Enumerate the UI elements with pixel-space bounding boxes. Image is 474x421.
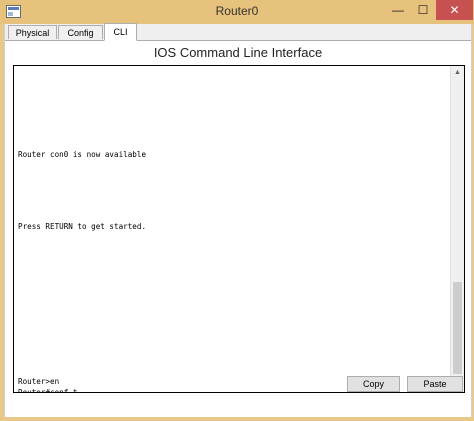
tab-physical[interactable]: Physical [8, 25, 57, 39]
paste-button[interactable]: Paste [407, 376, 463, 392]
tab-cli[interactable]: CLI [104, 23, 137, 41]
close-button[interactable]: ✕ [436, 0, 473, 20]
terminal-scrollbar[interactable]: ▲ ▼ [450, 66, 464, 392]
tab-bar: Physical Config CLI [5, 23, 471, 41]
maximize-button[interactable]: ☐ [411, 0, 435, 20]
copy-button[interactable]: Copy [347, 376, 400, 392]
cli-terminal[interactable]: Router con0 is now available Press RETUR… [13, 65, 465, 393]
minimize-button[interactable]: — [385, 0, 411, 20]
panel-title: IOS Command Line Interface [153, 45, 323, 60]
tab-config[interactable]: Config [58, 25, 103, 39]
minimize-icon: — [392, 3, 404, 17]
title-bar[interactable]: Router0 — ☐ ✕ [0, 0, 474, 24]
scroll-thumb[interactable] [453, 282, 462, 374]
router-window: Router0 — ☐ ✕ Physical Config CLI IOS Co… [0, 0, 474, 421]
terminal-output[interactable]: Router con0 is now available Press RETUR… [18, 66, 446, 392]
window-content: Physical Config CLI IOS Command Line Int… [4, 23, 472, 417]
maximize-icon: ☐ [417, 3, 429, 17]
close-icon: ✕ [449, 3, 460, 17]
scroll-up-icon[interactable]: ▲ [451, 66, 464, 79]
